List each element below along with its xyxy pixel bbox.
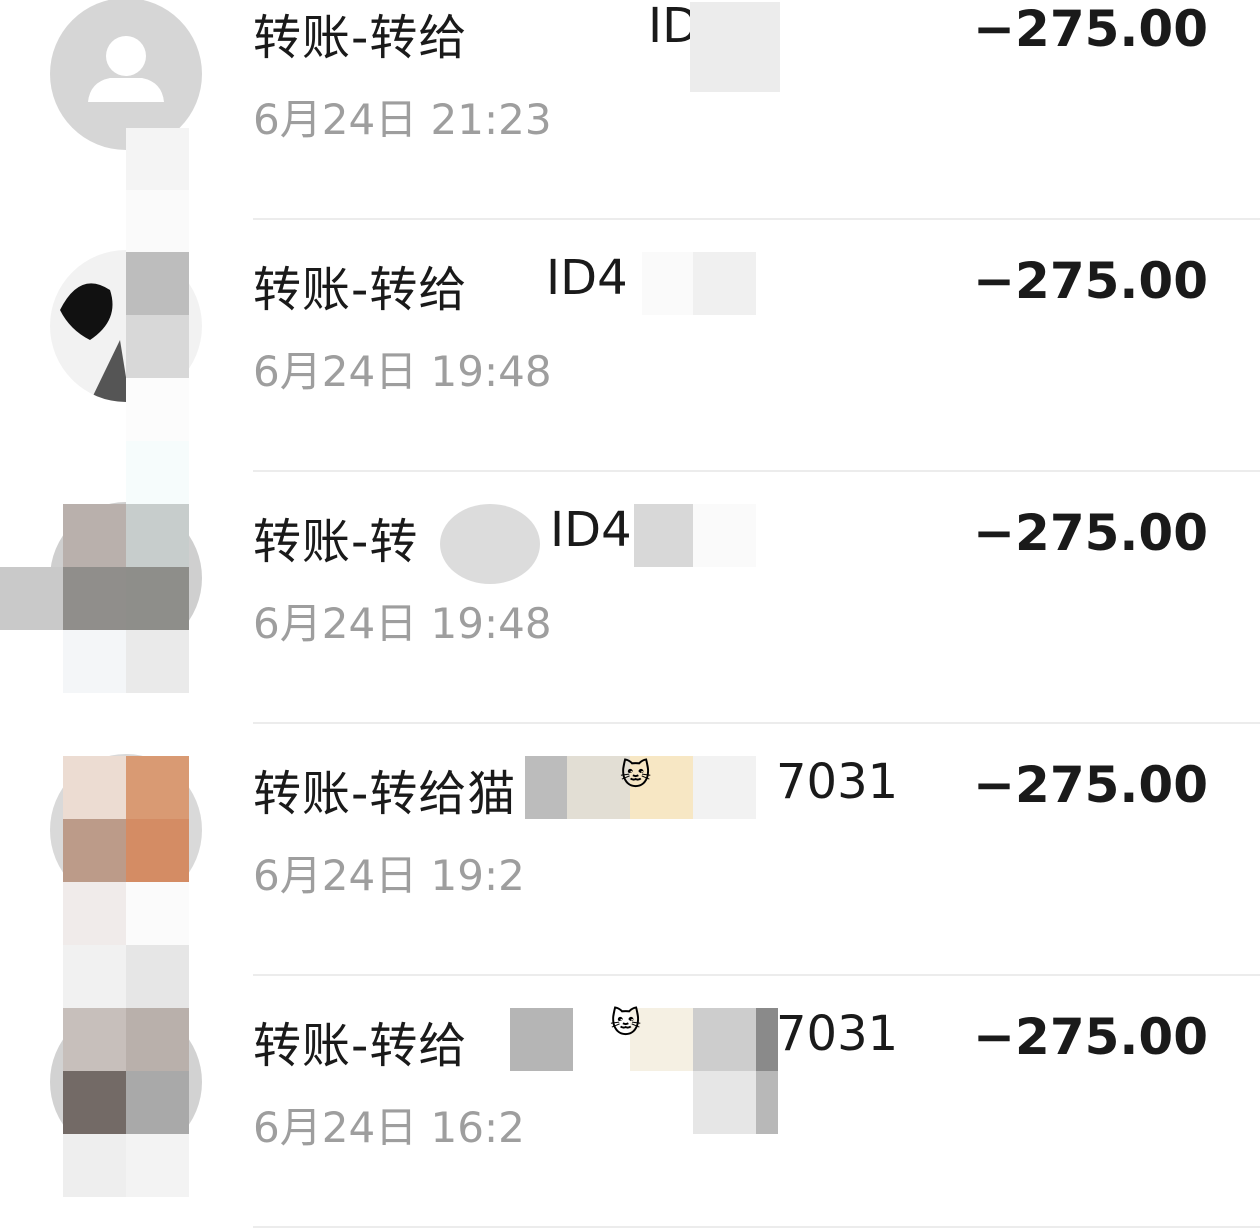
mosaic-block: [693, 1008, 756, 1071]
transaction-amount: −275.00: [973, 756, 1208, 814]
mosaic-block: [126, 1134, 189, 1197]
mosaic-block: [693, 1071, 756, 1134]
mosaic-block: [510, 1008, 573, 1071]
mosaic-block: [126, 128, 189, 191]
transaction-amount: −275.00: [973, 504, 1208, 562]
mosaic-block: [126, 1008, 189, 1071]
mosaic-block: [126, 1071, 189, 1134]
mosaic-block: [126, 315, 189, 378]
mosaic-block: [126, 630, 189, 693]
transaction-title: 转账-转给: [253, 262, 468, 318]
transaction-title: 转账-转给: [253, 10, 468, 66]
mosaic-block: [126, 756, 189, 819]
mosaic-block: [126, 504, 189, 567]
mosaic-block: [126, 252, 189, 315]
transaction-amount: −275.00: [973, 252, 1208, 310]
mosaic-block: [63, 567, 126, 630]
transaction-title: 转账-转给: [253, 1018, 468, 1074]
mosaic-block: [63, 756, 126, 819]
transaction-amount: −275.00: [973, 1008, 1208, 1066]
privacy-mosaic-middle: 🐱 🐱: [440, 0, 880, 1228]
mosaic-block: [634, 504, 697, 567]
mosaic-block: [63, 630, 126, 693]
mosaic-block: [756, 1008, 778, 1071]
mosaic-block: [63, 1071, 126, 1134]
mosaic-block: [690, 2, 780, 92]
transaction-title: 转账-转给猫: [253, 766, 517, 822]
transaction-title: 转账-转: [253, 514, 419, 570]
mosaic-block: [126, 441, 189, 504]
mosaic-block: [126, 945, 189, 1008]
mosaic-block: [756, 1071, 778, 1134]
mosaic-block: [440, 504, 540, 584]
mosaic-block: [126, 378, 189, 441]
mosaic-block: [0, 567, 63, 630]
mosaic-block: [693, 252, 756, 315]
mosaic-block: [63, 504, 126, 567]
mosaic-block: [63, 1134, 126, 1197]
cat-emoji-icon: 🐱: [620, 758, 652, 793]
mosaic-block: [126, 882, 189, 945]
transaction-time: 6月24日 19:2: [253, 851, 525, 900]
mosaic-block: [693, 504, 756, 567]
mosaic-block: [63, 819, 126, 882]
mosaic-block: [63, 882, 126, 945]
transaction-amount: −275.00: [973, 0, 1208, 58]
mosaic-block: [126, 567, 189, 630]
mosaic-block: [693, 756, 756, 819]
privacy-mosaic-left: [0, 0, 210, 1228]
mosaic-block: [126, 190, 189, 253]
mosaic-block: [126, 819, 189, 882]
mosaic-block: [63, 945, 126, 1008]
mosaic-block: [63, 1008, 126, 1071]
transaction-time: 6月24日 16:2: [253, 1103, 525, 1152]
cat-emoji-icon: 🐱: [610, 1006, 642, 1041]
